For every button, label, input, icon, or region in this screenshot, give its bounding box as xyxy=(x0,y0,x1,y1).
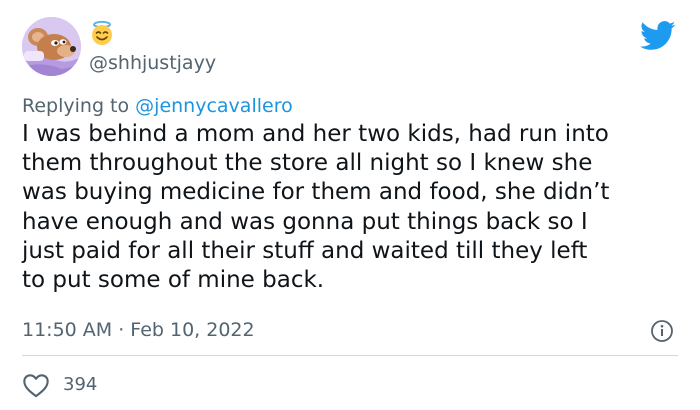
smiling-face-with-halo-icon xyxy=(89,20,115,46)
heart-icon[interactable] xyxy=(22,372,50,398)
tweet-text-line: was buying medicine for them and food, s… xyxy=(22,179,610,206)
info-icon[interactable] xyxy=(650,319,674,343)
tweet-timestamp[interactable]: 11:50 AM · Feb 10, 2022 xyxy=(22,318,255,342)
user-handle[interactable]: @shhjustjayy xyxy=(89,51,216,75)
tweet-text-line: I was behind a mom and her two kids, had… xyxy=(22,121,609,147)
tweet-card: @shhjustjayy Replying to @jennycavallero… xyxy=(0,0,700,410)
divider xyxy=(22,355,678,356)
like-action[interactable]: 394 xyxy=(22,372,97,398)
replying-to-link[interactable]: @jennycavallero xyxy=(135,95,293,117)
tweet-text: I was behind a mom and her two kids, had… xyxy=(22,120,682,295)
like-count: 394 xyxy=(63,374,98,395)
twitter-bird-icon[interactable] xyxy=(640,21,676,51)
replying-to-line: Replying to @jennycavallero xyxy=(22,94,293,118)
replying-to-label: Replying to xyxy=(22,95,130,117)
tweet-text-line: just paid for all their stuff and waited… xyxy=(22,237,588,264)
tweet-text-line: have enough and was gonna put things bac… xyxy=(22,208,588,235)
tweet-text-line: to put some of mine back. xyxy=(22,267,325,294)
avatar-image xyxy=(22,17,81,76)
avatar[interactable] xyxy=(22,17,81,76)
tweet-text-line: them throughout the store all night so I… xyxy=(22,150,593,177)
